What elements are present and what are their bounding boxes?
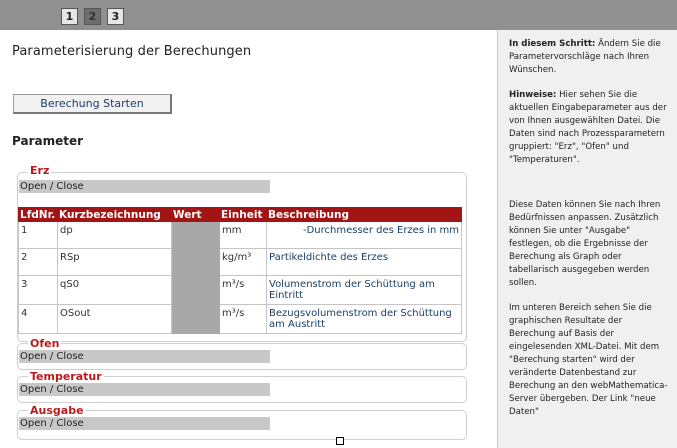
group-ofen-title: Ofen bbox=[28, 337, 62, 350]
col-header-unit: Einheit bbox=[219, 207, 267, 222]
cell-unit: kg/m³ bbox=[219, 248, 267, 276]
cell-unit: m³/s bbox=[219, 304, 267, 334]
page-title: Parameterisierung der Berechungen bbox=[12, 44, 252, 59]
help-adjust-paragraph: Diese Daten können Sie nach Ihren Bedürf… bbox=[509, 200, 661, 288]
cell-nr: 4 bbox=[18, 304, 58, 334]
parameter-table: LfdNr. Kurzbezeichnung Wert Einheit Besc… bbox=[18, 207, 462, 334]
value-input[interactable] bbox=[171, 304, 220, 334]
group-erz-toggle[interactable]: Open / Close bbox=[19, 180, 270, 193]
parameter-heading: Parameter bbox=[12, 134, 84, 148]
cell-description: Bezugsvolumenstrom der Schüttung am Aust… bbox=[266, 304, 462, 334]
help-hints-text: Hier sehen Sie die aktuellen Eingabepara… bbox=[509, 90, 667, 165]
main-content: Parameterisierung der Berechungen Berech… bbox=[0, 30, 497, 448]
group-erz-title: Erz bbox=[28, 164, 52, 177]
table-row: 3 qS0 m³/s Volumenstrom der Schüttung am… bbox=[18, 275, 462, 305]
group-ausgabe: Ausgabe Open / Close bbox=[17, 404, 467, 440]
group-ausgabe-toggle[interactable]: Open / Close bbox=[19, 417, 270, 430]
help-sidebar: In diesem Schritt: Ändern Sie die Parame… bbox=[497, 30, 677, 448]
cell-description: Partikeldichte des Erzes bbox=[266, 248, 462, 276]
col-header-nr: LfdNr. bbox=[18, 207, 58, 222]
col-header-value: Wert bbox=[171, 207, 220, 222]
cell-name: dp bbox=[57, 221, 172, 249]
value-input[interactable] bbox=[171, 275, 220, 305]
cell-name: qS0 bbox=[57, 275, 172, 305]
mouse-cursor bbox=[336, 437, 344, 445]
help-step-label: In diesem Schritt: bbox=[509, 39, 596, 49]
group-ofen-toggle[interactable]: Open / Close bbox=[19, 350, 270, 363]
help-results-paragraph: Im unteren Bereich sehen Sie die graphis… bbox=[509, 303, 668, 417]
table-row: 4 OSout m³/s Bezugsvolumenstrom der Schü… bbox=[18, 304, 462, 334]
group-erz: Erz Open / Close LfdNr. Kurzbezeichnung … bbox=[17, 164, 467, 342]
cell-description: -Durchmesser des Erzes in mm bbox=[266, 221, 462, 249]
top-bar: 1 2 3 bbox=[0, 0, 677, 30]
cell-name: OSout bbox=[57, 304, 172, 334]
help-step-paragraph: In diesem Schritt: Ändern Sie die Parame… bbox=[509, 38, 670, 77]
cell-unit: mm bbox=[219, 221, 267, 249]
cell-nr: 1 bbox=[18, 221, 58, 249]
step-2-button[interactable]: 2 bbox=[84, 8, 101, 25]
cell-name: RSp bbox=[57, 248, 172, 276]
cell-nr: 3 bbox=[18, 275, 58, 305]
group-temperatur-toggle[interactable]: Open / Close bbox=[19, 383, 270, 396]
step-1-button[interactable]: 1 bbox=[61, 8, 78, 25]
value-input[interactable] bbox=[171, 221, 220, 249]
col-header-name: Kurzbezeichnung bbox=[57, 207, 172, 222]
table-header-row: LfdNr. Kurzbezeichnung Wert Einheit Besc… bbox=[18, 207, 462, 222]
table-row: 2 RSp kg/m³ Partikeldichte des Erzes bbox=[18, 248, 462, 276]
group-ausgabe-title: Ausgabe bbox=[28, 404, 86, 417]
group-temperatur: Temperatur Open / Close bbox=[17, 370, 467, 403]
cell-nr: 2 bbox=[18, 248, 58, 276]
value-input[interactable] bbox=[171, 248, 220, 276]
step-3-button[interactable]: 3 bbox=[107, 8, 124, 25]
cell-description: Volumenstrom der Schüttung am Eintritt bbox=[266, 275, 462, 305]
group-temperatur-title: Temperatur bbox=[28, 370, 104, 383]
start-calculation-button[interactable]: Berechung Starten bbox=[13, 94, 172, 114]
help-hints-paragraph: Hinweise: Hier sehen Sie die aktuellen E… bbox=[509, 89, 670, 167]
col-header-description: Beschreibung bbox=[266, 207, 462, 222]
table-row: 1 dp mm -Durchmesser des Erzes in mm bbox=[18, 221, 462, 249]
help-hints-label: Hinweise: bbox=[509, 90, 557, 100]
group-ofen: Ofen Open / Close bbox=[17, 337, 467, 370]
cell-unit: m³/s bbox=[219, 275, 267, 305]
